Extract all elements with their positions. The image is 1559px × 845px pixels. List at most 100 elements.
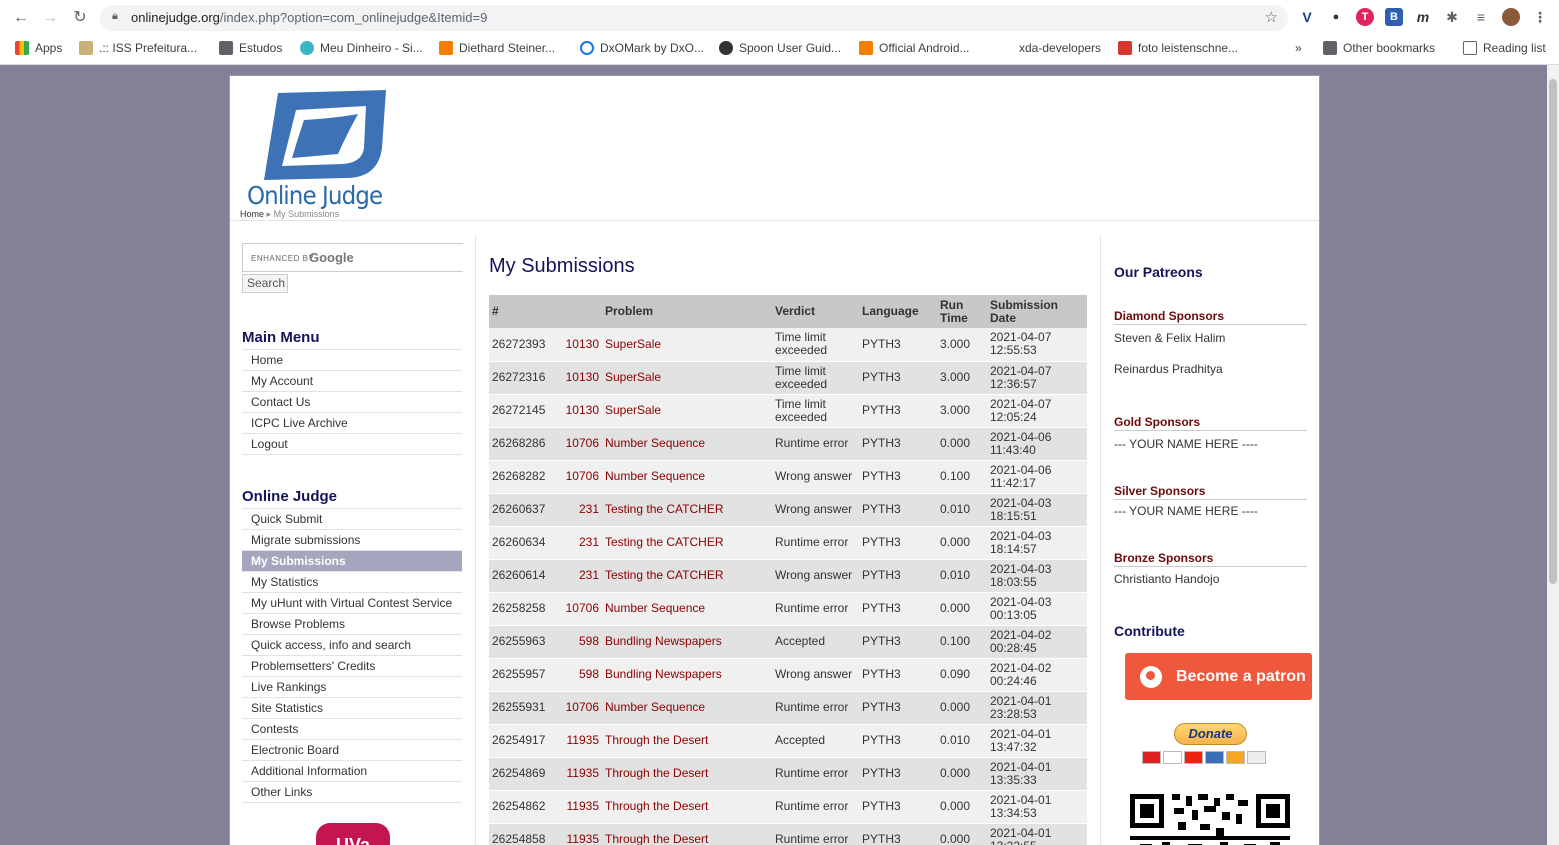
- menu-kebab-icon[interactable]: ⋮: [1531, 8, 1549, 26]
- menu-item-icpc-live-archive[interactable]: ICPC Live Archive: [242, 413, 462, 434]
- submissions-body: 26272393 10130 SuperSale Time limit exceede…: [489, 328, 1087, 845]
- cell-problem-id[interactable]: 231: [557, 526, 602, 560]
- cell-problem-name[interactable]: Through the Desert: [602, 823, 772, 845]
- reload-icon[interactable]: ↻: [69, 7, 91, 29]
- col-header-language[interactable]: Language: [859, 295, 937, 328]
- cell-problem-id[interactable]: 10130: [557, 361, 602, 395]
- cell-problem-name[interactable]: Testing the CATCHER: [602, 526, 772, 560]
- menu-item-home[interactable]: Home: [242, 350, 462, 371]
- col-header-run-time[interactable]: Run Time: [937, 295, 987, 328]
- menu-item-additional-information[interactable]: Additional Information: [242, 761, 462, 782]
- cell-problem-name[interactable]: SuperSale: [602, 328, 772, 362]
- extension-b-icon[interactable]: B: [1385, 8, 1403, 26]
- bookmarks-overflow[interactable]: »: [1295, 40, 1302, 56]
- cell-problem-name[interactable]: Number Sequence: [602, 691, 772, 725]
- menu-item-contact-us[interactable]: Contact Us: [242, 392, 462, 413]
- cell-verdict: Runtime error: [772, 823, 859, 845]
- search-enhanced-label: ENHANCED BY: [251, 254, 315, 263]
- profile-avatar[interactable]: [1502, 8, 1520, 26]
- menu-item-browse-problems[interactable]: Browse Problems: [242, 614, 462, 635]
- bookmark-reading-list[interactable]: Reading list: [1463, 40, 1546, 56]
- cell-verdict: Runtime error: [772, 790, 859, 824]
- bookmark-estudos[interactable]: Estudos: [219, 40, 282, 56]
- menu-item-contests[interactable]: Contests: [242, 719, 462, 740]
- bookmark-dxomark[interactable]: DxOMark by DxO...: [580, 40, 704, 56]
- cell-language: PYTH3: [859, 823, 937, 845]
- bookmark-android[interactable]: Official Android...: [859, 40, 970, 56]
- uva-badge[interactable]: UVa: [316, 823, 390, 845]
- bookmark-star-icon[interactable]: ☆: [1265, 8, 1278, 26]
- col-header-submission-date[interactable]: Submission Date: [987, 295, 1087, 328]
- cell-problem-name[interactable]: Number Sequence: [602, 592, 772, 626]
- forward-icon[interactable]: →: [39, 7, 61, 29]
- menu-item-quick-submit[interactable]: Quick Submit: [242, 509, 462, 530]
- col-header-verdict[interactable]: Verdict: [772, 295, 859, 328]
- cell-problem-name[interactable]: SuperSale: [602, 361, 772, 395]
- donate-button[interactable]: Donate: [1174, 723, 1247, 745]
- cell-submission-id: 26255963: [489, 625, 557, 659]
- extensions-puzzle-icon[interactable]: ✱: [1443, 8, 1461, 26]
- menu-item-quick-access[interactable]: Quick access, info and search: [242, 635, 462, 656]
- cell-problem-id[interactable]: 10706: [557, 691, 602, 725]
- cell-problem-id[interactable]: 11935: [557, 757, 602, 791]
- extension-t-icon[interactable]: T: [1356, 8, 1374, 26]
- back-icon[interactable]: ←: [10, 7, 32, 29]
- cell-problem-id[interactable]: 10706: [557, 427, 602, 461]
- cell-problem-name[interactable]: Testing the CATCHER: [602, 559, 772, 593]
- menu-item-other-links[interactable]: Other Links: [242, 782, 462, 803]
- menu-item-electronic-board[interactable]: Electronic Board: [242, 740, 462, 761]
- cell-problem-id[interactable]: 10706: [557, 592, 602, 626]
- menu-item-logout[interactable]: Logout: [242, 434, 462, 455]
- bookmark-apps[interactable]: Apps: [15, 40, 62, 56]
- page-scrollbar[interactable]: [1547, 65, 1559, 845]
- bookmark-other[interactable]: Other bookmarks: [1323, 40, 1435, 56]
- cell-problem-name[interactable]: SuperSale: [602, 394, 772, 428]
- menu-item-live-rankings[interactable]: Live Rankings: [242, 677, 462, 698]
- cell-problem-name[interactable]: Through the Desert: [602, 757, 772, 791]
- menu-item-site-statistics[interactable]: Site Statistics: [242, 698, 462, 719]
- address-bar[interactable]: 🔒︎ onlinejudge.org/index.php?option=com_…: [100, 5, 1288, 31]
- cell-problem-id[interactable]: 11935: [557, 823, 602, 845]
- extension-cherry-icon[interactable]: ●: [1327, 8, 1345, 26]
- cell-problem-id[interactable]: 10130: [557, 394, 602, 428]
- menu-item-my-submissions[interactable]: My Submissions: [242, 551, 462, 572]
- col-header-problem[interactable]: Problem: [602, 295, 772, 328]
- cell-problem-id[interactable]: 11935: [557, 790, 602, 824]
- table-row: 26255957 598 Bundling Newspapers Wrong answ…: [489, 658, 1087, 692]
- menu-item-uhunt[interactable]: My uHunt with Virtual Contest Service: [242, 593, 462, 614]
- bookmark-meu-dinheiro[interactable]: Meu Dinheiro - Si...: [300, 40, 423, 56]
- menu-item-migrate-submissions[interactable]: Migrate submissions: [242, 530, 462, 551]
- scrollbar-thumb[interactable]: [1549, 79, 1557, 584]
- bookmark-xda[interactable]: xda-developers: [999, 40, 1101, 56]
- cell-problem-id[interactable]: 598: [557, 625, 602, 659]
- cell-problem-name[interactable]: Through the Desert: [602, 790, 772, 824]
- cell-problem-id[interactable]: 231: [557, 559, 602, 593]
- bookmark-iss[interactable]: .:: ISS Prefeitura...: [79, 40, 197, 56]
- col-header-id[interactable]: #: [489, 295, 557, 328]
- bookmark-diethard[interactable]: Diethard Steiner...: [439, 40, 555, 56]
- cell-problem-name[interactable]: Through the Desert: [602, 724, 772, 758]
- cell-problem-name[interactable]: Bundling Newspapers: [602, 625, 772, 659]
- reading-queue-icon[interactable]: ≡: [1472, 8, 1490, 26]
- cell-problem-id[interactable]: 10130: [557, 328, 602, 362]
- bookmark-foto[interactable]: foto leistenschne...: [1118, 40, 1238, 56]
- become-patron-button[interactable]: Become a patron: [1125, 653, 1312, 700]
- menu-item-my-account[interactable]: My Account: [242, 371, 462, 392]
- breadcrumb-home[interactable]: Home: [240, 209, 264, 219]
- cell-problem-name[interactable]: Number Sequence: [602, 460, 772, 494]
- cell-problem-id[interactable]: 231: [557, 493, 602, 527]
- cell-problem-name[interactable]: Number Sequence: [602, 427, 772, 461]
- search-button[interactable]: Search: [242, 274, 288, 293]
- menu-item-problemsetters-credits[interactable]: Problemsetters' Credits: [242, 656, 462, 677]
- search-input[interactable]: ENHANCED BY Google: [242, 243, 463, 272]
- extension-m-icon[interactable]: m: [1414, 8, 1432, 26]
- cell-problem-id[interactable]: 10706: [557, 460, 602, 494]
- menu-item-my-statistics[interactable]: My Statistics: [242, 572, 462, 593]
- bookmark-spoon[interactable]: Spoon User Guid...: [719, 40, 841, 56]
- cell-problem-id[interactable]: 11935: [557, 724, 602, 758]
- cell-problem-id[interactable]: 598: [557, 658, 602, 692]
- cell-problem-name[interactable]: Bundling Newspapers: [602, 658, 772, 692]
- apps-grid-icon: [15, 41, 29, 55]
- extension-v-icon[interactable]: V: [1298, 8, 1316, 26]
- cell-problem-name[interactable]: Testing the CATCHER: [602, 493, 772, 527]
